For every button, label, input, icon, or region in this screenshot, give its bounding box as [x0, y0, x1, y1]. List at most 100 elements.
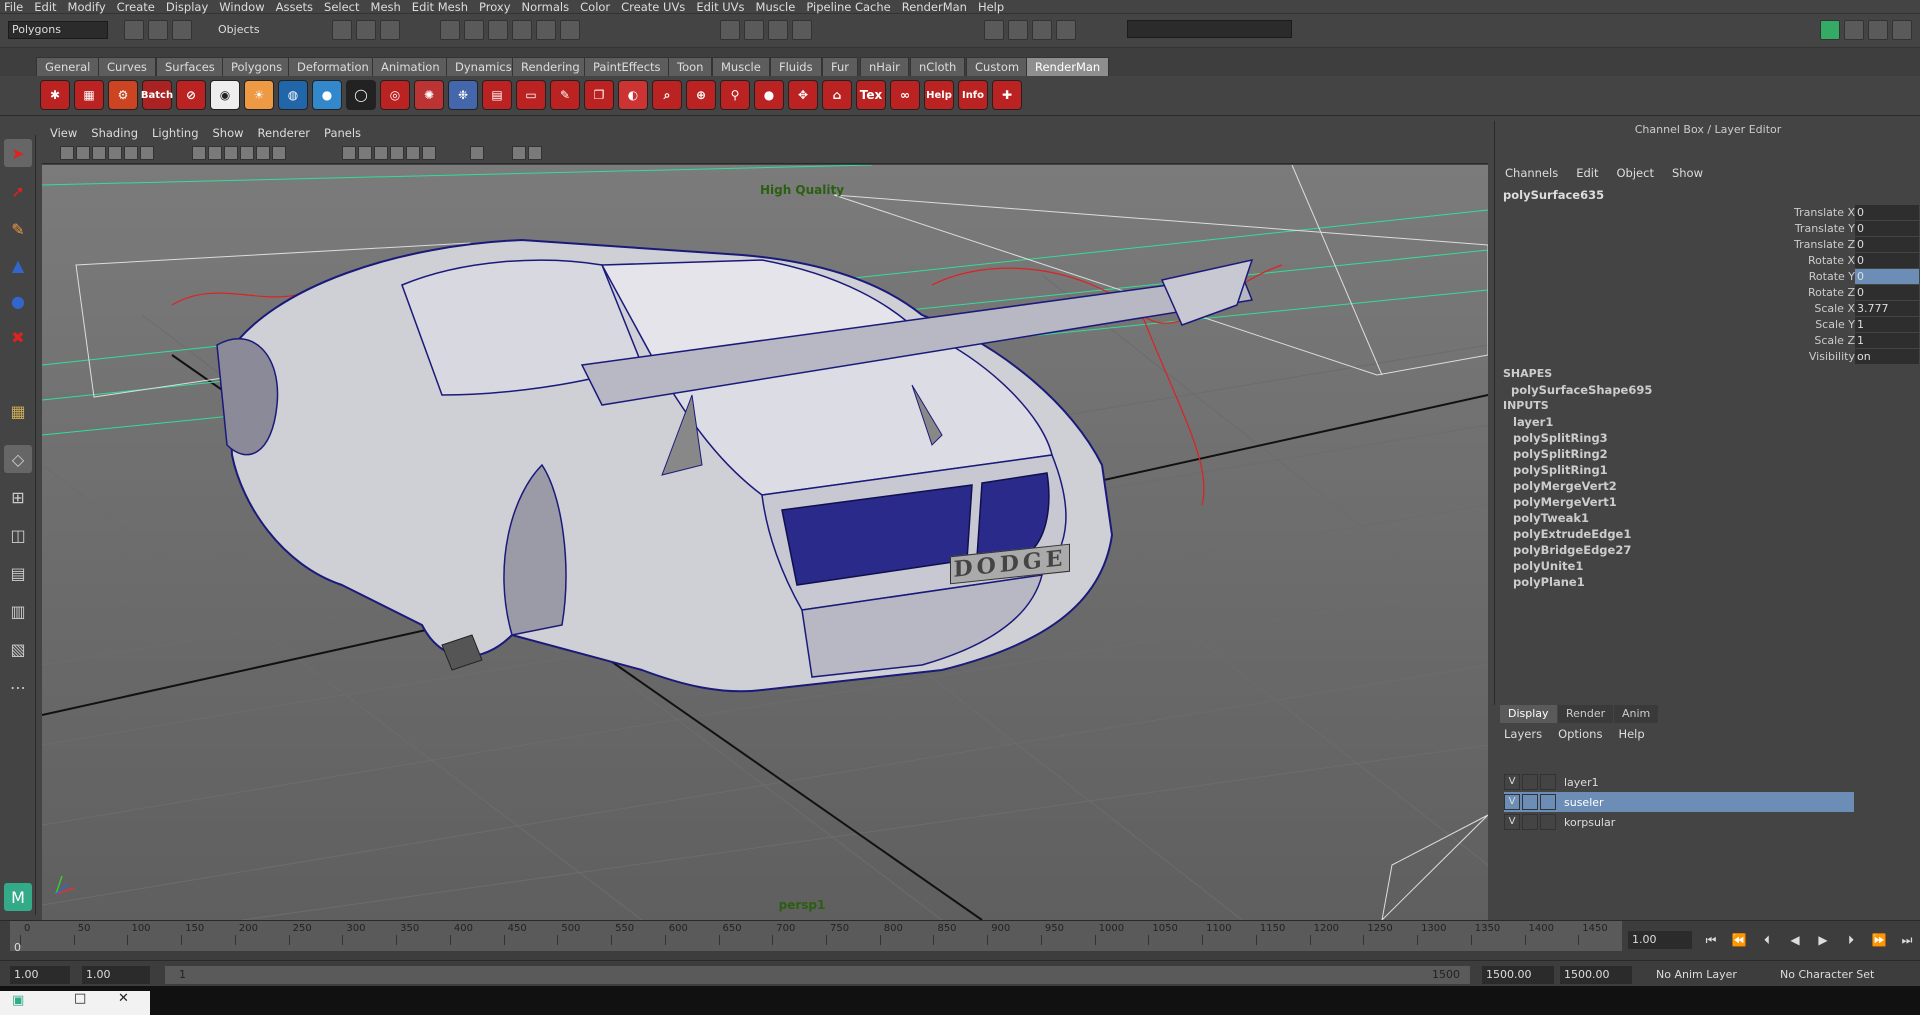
eye-icon[interactable]: ◉ — [210, 80, 240, 110]
maya-taskbar-icon[interactable]: ▣ — [12, 993, 24, 1008]
isolate-select-icon[interactable] — [470, 146, 484, 160]
menu-create-uvs[interactable]: Create UVs — [621, 0, 685, 14]
go-to-end-icon[interactable]: ⏭ — [1898, 933, 1916, 949]
shelf-tab-muscle[interactable]: Muscle — [712, 57, 770, 76]
attr-value[interactable]: 0 — [1855, 285, 1919, 300]
layout-single-icon[interactable]: ◇ — [4, 445, 32, 473]
layout-four-icon[interactable]: ⊞ — [4, 483, 32, 511]
xray-icon[interactable] — [342, 146, 356, 160]
selection-mode-dropdown[interactable]: Objects — [218, 21, 318, 39]
visibility-toggle[interactable]: V — [1504, 814, 1520, 830]
layout-persp-graph-icon[interactable]: ▤ — [4, 559, 32, 587]
table-icon[interactable]: ▤ — [482, 80, 512, 110]
shelf-tab-curves[interactable]: Curves — [98, 57, 156, 76]
move-icon[interactable]: ✥ — [788, 80, 818, 110]
dome-icon[interactable]: ✺ — [414, 80, 444, 110]
smooth-shade-icon[interactable] — [208, 146, 222, 160]
camera-icon[interactable] — [60, 146, 74, 160]
cb-menu-show[interactable]: Show — [1672, 166, 1703, 180]
info-icon[interactable]: Info — [958, 80, 988, 110]
light-icon[interactable]: ☀ — [244, 80, 274, 110]
vp-menu-shading[interactable]: Shading — [91, 126, 138, 140]
shelf-tab-ncloth[interactable]: nCloth — [910, 57, 966, 76]
tool-icon[interactable]: ✎ — [550, 80, 580, 110]
menu-normals[interactable]: Normals — [522, 0, 570, 14]
select-hierarchy-icon[interactable] — [332, 20, 352, 40]
input-node[interactable]: layer1 — [1513, 415, 1553, 429]
close-icon[interactable]: ✕ — [118, 991, 129, 1006]
menu-edit[interactable]: Edit — [34, 0, 56, 14]
visibility-toggle[interactable]: V — [1504, 774, 1520, 790]
open-scene-icon[interactable] — [148, 20, 168, 40]
step-back-key-icon[interactable]: ⏪ — [1730, 933, 1748, 949]
snap-curve-icon[interactable] — [464, 20, 484, 40]
attribute-editor-icon[interactable] — [1844, 20, 1864, 40]
range-slider-bar[interactable]: 1 1500 — [165, 966, 1470, 984]
shelf-tab-animation[interactable]: Animation — [372, 57, 449, 76]
layout-icon[interactable] — [1820, 20, 1840, 40]
go-to-start-icon[interactable]: ⏮ — [1702, 933, 1720, 949]
camera-attr-icon[interactable] — [76, 146, 90, 160]
snap-plane-icon[interactable] — [512, 20, 532, 40]
wireframe-icon[interactable] — [192, 146, 206, 160]
pin-icon[interactable]: ⚲ — [720, 80, 750, 110]
menu-proxy[interactable]: Proxy — [479, 0, 511, 14]
shelf-tab-fluids[interactable]: Fluids — [770, 57, 822, 76]
sphere-grid-icon[interactable]: ◍ — [278, 80, 308, 110]
tex-icon[interactable]: Tex — [856, 80, 886, 110]
vp-menu-renderer[interactable]: Renderer — [258, 126, 311, 140]
motion-blur-icon[interactable] — [422, 146, 436, 160]
attr-value[interactable]: 0 — [1855, 237, 1919, 252]
new-scene-icon[interactable] — [124, 20, 144, 40]
vp-menu-panels[interactable]: Panels — [324, 126, 361, 140]
vp-menu-view[interactable]: View — [50, 126, 77, 140]
image-plane-icon[interactable] — [108, 146, 122, 160]
lasso-tool-icon[interactable]: ➚ — [4, 177, 32, 205]
attr-value[interactable]: 0 — [1855, 253, 1919, 268]
snap-point-icon[interactable] — [488, 20, 508, 40]
attr-value[interactable]: 3.777 — [1855, 301, 1919, 316]
hdri-icon[interactable]: ⌂ — [822, 80, 852, 110]
cb-menu-edit[interactable]: Edit — [1576, 166, 1598, 180]
vp-menu-lighting[interactable]: Lighting — [152, 126, 198, 140]
shelf-tab-rendering[interactable]: Rendering — [512, 57, 589, 76]
xray-components-icon[interactable] — [374, 146, 388, 160]
move-tool-icon[interactable]: ▲ — [4, 251, 32, 279]
shelf-tab-polygons[interactable]: Polygons — [222, 57, 292, 76]
bookmark-icon[interactable] — [92, 146, 106, 160]
pointlight-icon[interactable]: ◎ — [380, 80, 410, 110]
select-tool-icon[interactable]: ➤ — [4, 139, 32, 167]
coin-icon[interactable]: ● — [754, 80, 784, 110]
color-swatch[interactable] — [1540, 774, 1556, 790]
anim-layer-dropdown[interactable]: No Anim Layer — [1656, 966, 1737, 984]
ipr-icon[interactable]: ⚙ — [108, 80, 138, 110]
batch-render-icon[interactable]: Batch — [141, 80, 173, 110]
layout-hypershade-icon[interactable]: ▧ — [4, 635, 32, 663]
menu-edit-uvs[interactable]: Edit UVs — [696, 0, 744, 14]
attr-value[interactable]: 1 — [1855, 333, 1919, 348]
input-node[interactable]: polySplitRing2 — [1513, 447, 1608, 461]
layer-menu-options[interactable]: Options — [1558, 727, 1602, 741]
input-node[interactable]: polySplitRing1 — [1513, 463, 1608, 477]
film-gate-icon[interactable] — [140, 146, 154, 160]
input-node[interactable]: polyPlane1 — [1513, 575, 1585, 589]
shelf-tab-fur[interactable]: Fur — [822, 57, 859, 76]
attr-value[interactable]: 0 — [1855, 221, 1919, 236]
attr-value[interactable]: on — [1855, 349, 1919, 364]
input-node[interactable]: polyBridgeEdge27 — [1513, 543, 1631, 557]
lock-icon[interactable] — [560, 20, 580, 40]
sphere-icon[interactable]: ● — [312, 80, 342, 110]
resolution-gate-icon[interactable] — [528, 146, 542, 160]
menu-muscle[interactable]: Muscle — [756, 0, 796, 14]
input-ops-icon[interactable] — [984, 20, 1004, 40]
snap-surface-icon[interactable] — [536, 20, 556, 40]
layer-tab-display[interactable]: Display — [1500, 705, 1557, 723]
rotate-tool-icon[interactable]: ● — [4, 287, 32, 315]
grid-toggle-icon[interactable] — [124, 146, 138, 160]
shelf-tab-general[interactable]: General — [36, 57, 100, 76]
restore-icon[interactable]: □ — [74, 991, 86, 1006]
vol-icon[interactable]: ∞ — [890, 80, 920, 110]
layer-row[interactable]: V suseler — [1504, 792, 1854, 812]
color-swatch[interactable] — [1540, 794, 1556, 810]
save-scene-icon[interactable] — [172, 20, 192, 40]
